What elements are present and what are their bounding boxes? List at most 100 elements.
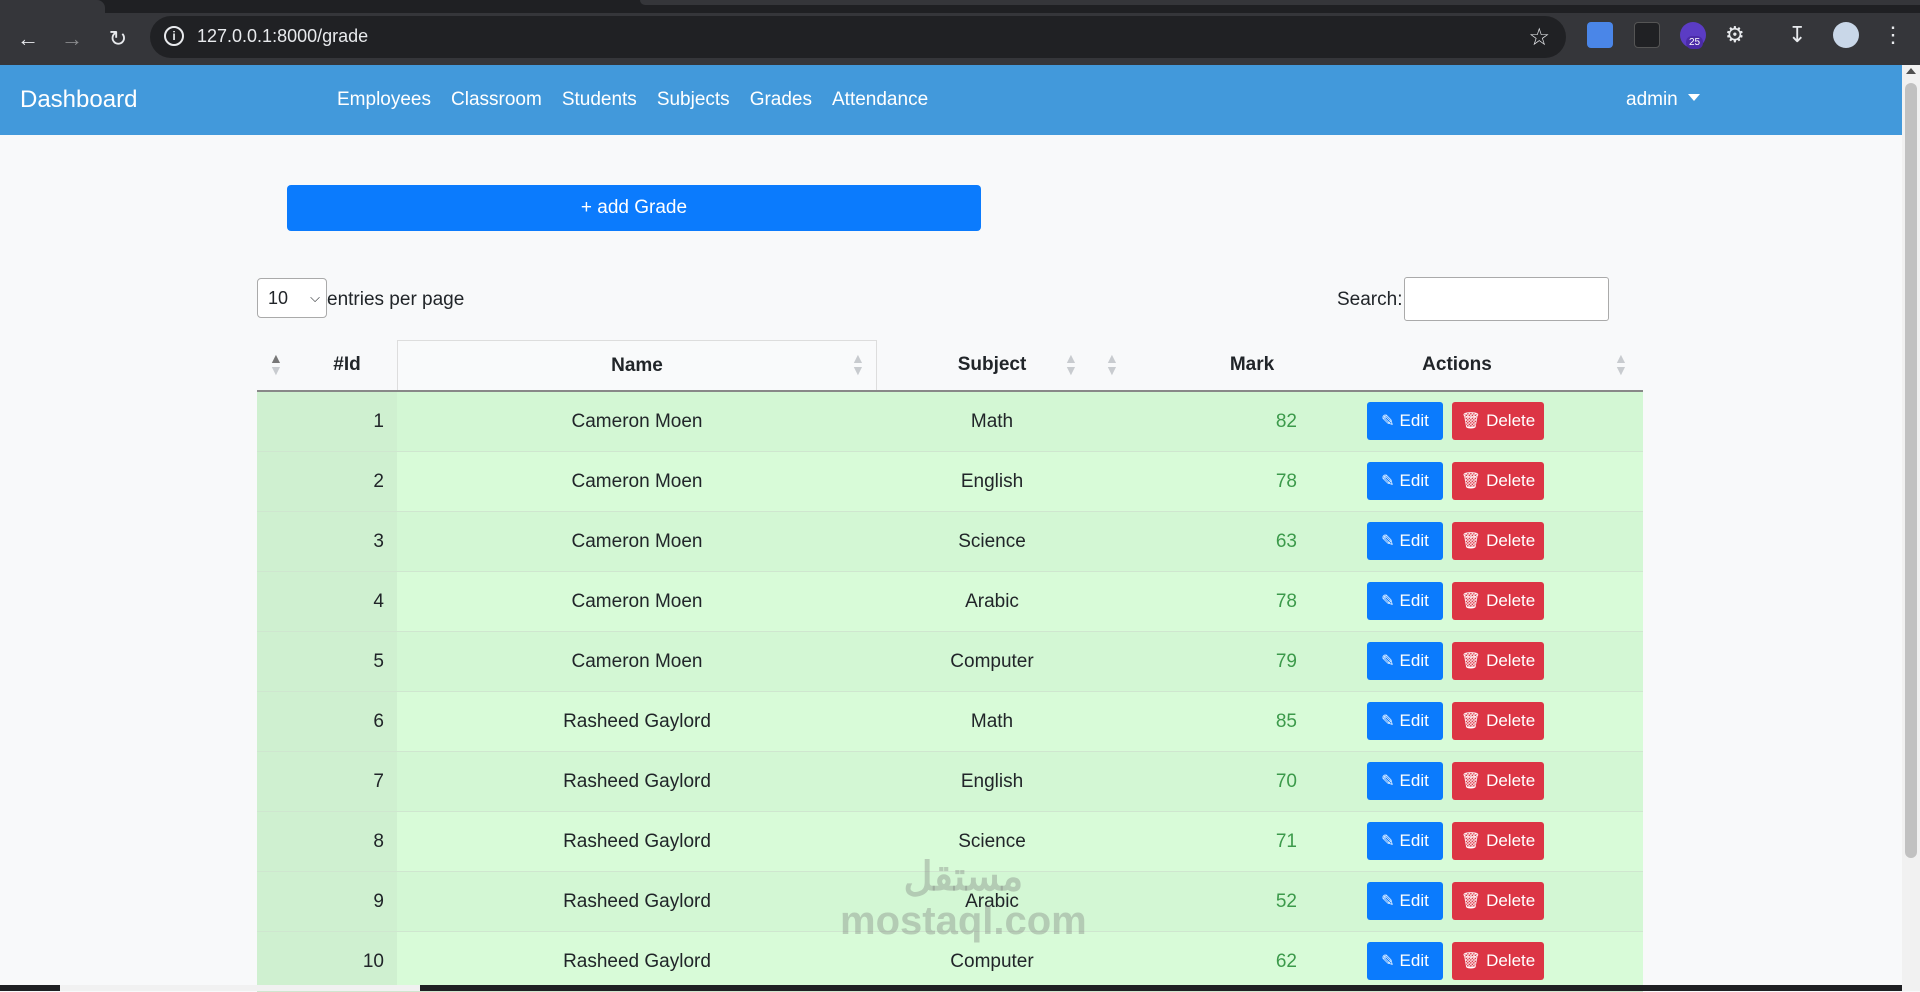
sort-asc-icon[interactable]: ▲ ▼ — [269, 351, 283, 377]
nav-attendance[interactable]: Attendance — [832, 89, 928, 111]
cell-subject: English — [960, 471, 1024, 492]
sort-icon[interactable]: ▲ ▼ — [1614, 351, 1628, 377]
user-dropdown[interactable]: admin — [1626, 89, 1700, 111]
edit-button[interactable]: ✎ Edit — [1367, 462, 1443, 500]
edit-icon: ✎ — [1381, 533, 1395, 550]
browser-menu-icon[interactable]: ⋮ — [1880, 22, 1906, 48]
url-text[interactable]: 127.0.0.1:8000/grade — [197, 26, 368, 47]
browser-tab-inactive[interactable] — [640, 0, 1920, 5]
cell-mark: 63 — [1275, 531, 1297, 552]
sort-icon[interactable]: ▲ ▼ — [1105, 351, 1119, 377]
delete-label: Delete — [1486, 951, 1536, 970]
cell-name: Rasheed Gaylord — [563, 891, 711, 912]
delete-button[interactable]: 🗑 Delete — [1452, 642, 1544, 680]
sort-icon[interactable]: ▲ ▼ — [851, 351, 865, 377]
cell-id: 4 — [373, 591, 384, 612]
add-grade-button[interactable]: + add Grade — [287, 185, 981, 231]
site-info-icon[interactable]: i — [164, 26, 184, 46]
entries-label: entries per page — [327, 289, 465, 310]
cell-name: Cameron Moen — [571, 531, 703, 552]
entries-per-page-select[interactable]: 10 ⌵ — [257, 278, 327, 318]
user-name: admin — [1626, 89, 1678, 110]
cell-id: 2 — [373, 471, 384, 492]
cell-mark: 82 — [1275, 411, 1297, 432]
scroll-up-arrow-icon[interactable] — [1906, 68, 1916, 74]
edit-icon: ✎ — [1381, 593, 1395, 610]
header-actions[interactable]: Actions — [1357, 340, 1557, 390]
edit-button[interactable]: ✎ Edit — [1367, 702, 1443, 740]
cell-name: Rasheed Gaylord — [563, 771, 711, 792]
edit-icon: ✎ — [1381, 833, 1395, 850]
cell-id: 5 — [373, 651, 384, 672]
extensions-puzzle-icon[interactable]: ⚙ — [1725, 22, 1751, 48]
edit-label: Edit — [1399, 711, 1429, 730]
nav-grades[interactable]: Grades — [750, 89, 812, 111]
cell-mark: 52 — [1275, 891, 1297, 912]
translate-extension-icon[interactable] — [1587, 22, 1613, 48]
cell-mark: 71 — [1275, 831, 1297, 852]
edit-label: Edit — [1399, 591, 1429, 610]
delete-button[interactable]: 🗑 Delete — [1452, 402, 1544, 440]
delete-button[interactable]: 🗑 Delete — [1452, 462, 1544, 500]
edit-button[interactable]: ✎ Edit — [1367, 882, 1443, 920]
edit-button[interactable]: ✎ Edit — [1367, 762, 1443, 800]
reload-icon[interactable]: ↻ — [92, 13, 144, 65]
edit-button[interactable]: ✎ Edit — [1367, 942, 1443, 980]
brand-link[interactable]: Dashboard — [20, 86, 137, 114]
profile-avatar[interactable] — [1833, 22, 1859, 48]
header-name[interactable]: Name — [397, 340, 877, 390]
nav-students[interactable]: Students — [562, 89, 637, 111]
delete-button[interactable]: 🗑 Delete — [1452, 762, 1544, 800]
edit-label: Edit — [1399, 831, 1429, 850]
cell-subject: Math — [970, 411, 1014, 432]
extension-icon[interactable] — [1634, 22, 1660, 48]
nav-subjects[interactable]: Subjects — [657, 89, 730, 111]
table-row: 7 Rasheed Gaylord English 70 ✎ Edit 🗑 Delete — [257, 752, 1643, 812]
cell-id: 10 — [362, 951, 384, 972]
trash-icon: 🗑 — [1460, 833, 1482, 850]
sort-icon[interactable]: ▲ ▼ — [1064, 351, 1078, 377]
edit-icon: ✎ — [1381, 413, 1395, 430]
delete-button[interactable]: 🗑 Delete — [1452, 702, 1544, 740]
forward-icon[interactable]: → — [46, 13, 98, 65]
address-bar[interactable]: i 127.0.0.1:8000/grade ☆ — [150, 16, 1566, 58]
edit-button[interactable]: ✎ Edit — [1367, 582, 1443, 620]
search-input[interactable] — [1404, 277, 1609, 321]
header-mark[interactable]: Mark — [1147, 340, 1357, 390]
cell-mark: 62 — [1275, 951, 1297, 972]
delete-label: Delete — [1486, 591, 1536, 610]
entries-value: 10 — [268, 288, 289, 308]
scrollbar-thumb[interactable] — [1905, 83, 1917, 858]
bookmark-star-icon[interactable]: ☆ — [1528, 23, 1550, 52]
trash-icon: 🗑 — [1460, 533, 1482, 550]
edit-button[interactable]: ✎ Edit — [1367, 402, 1443, 440]
delete-button[interactable]: 🗑 Delete — [1452, 522, 1544, 560]
delete-button[interactable]: 🗑 Delete — [1452, 822, 1544, 860]
watermark-domain: mostaql.com — [840, 899, 1087, 943]
cell-subject: Science — [958, 531, 1026, 552]
watermark-arabic: مستقل — [903, 855, 1024, 899]
delete-button[interactable]: 🗑 Delete — [1452, 942, 1544, 980]
cell-id: 1 — [373, 411, 384, 432]
trash-icon: 🗑 — [1460, 953, 1482, 970]
delete-button[interactable]: 🗑 Delete — [1452, 582, 1544, 620]
cell-subject: Math — [970, 711, 1014, 732]
edit-label: Edit — [1399, 411, 1429, 430]
edit-button[interactable]: ✎ Edit — [1367, 822, 1443, 860]
nav-employees[interactable]: Employees — [337, 89, 431, 111]
edit-button[interactable]: ✎ Edit — [1367, 522, 1443, 560]
edit-button[interactable]: ✎ Edit — [1367, 642, 1443, 680]
delete-label: Delete — [1486, 891, 1536, 910]
cell-name: Rasheed Gaylord — [563, 951, 711, 972]
header-id[interactable]: #Id — [297, 340, 397, 390]
cell-mark: 78 — [1275, 591, 1297, 612]
delete-button[interactable]: 🗑 Delete — [1452, 882, 1544, 920]
cell-name: Cameron Moen — [571, 651, 703, 672]
table-row: 4 Cameron Moen Arabic 78 ✎ Edit 🗑 Delete — [257, 572, 1643, 632]
nav-links: Employees Classroom Students Subjects Gr… — [337, 89, 948, 111]
browser-tab[interactable] — [0, 0, 105, 13]
cell-name: Cameron Moen — [571, 471, 703, 492]
cell-name: Rasheed Gaylord — [563, 711, 711, 732]
nav-classroom[interactable]: Classroom — [451, 89, 542, 111]
download-icon[interactable]: ↧ — [1788, 22, 1814, 48]
